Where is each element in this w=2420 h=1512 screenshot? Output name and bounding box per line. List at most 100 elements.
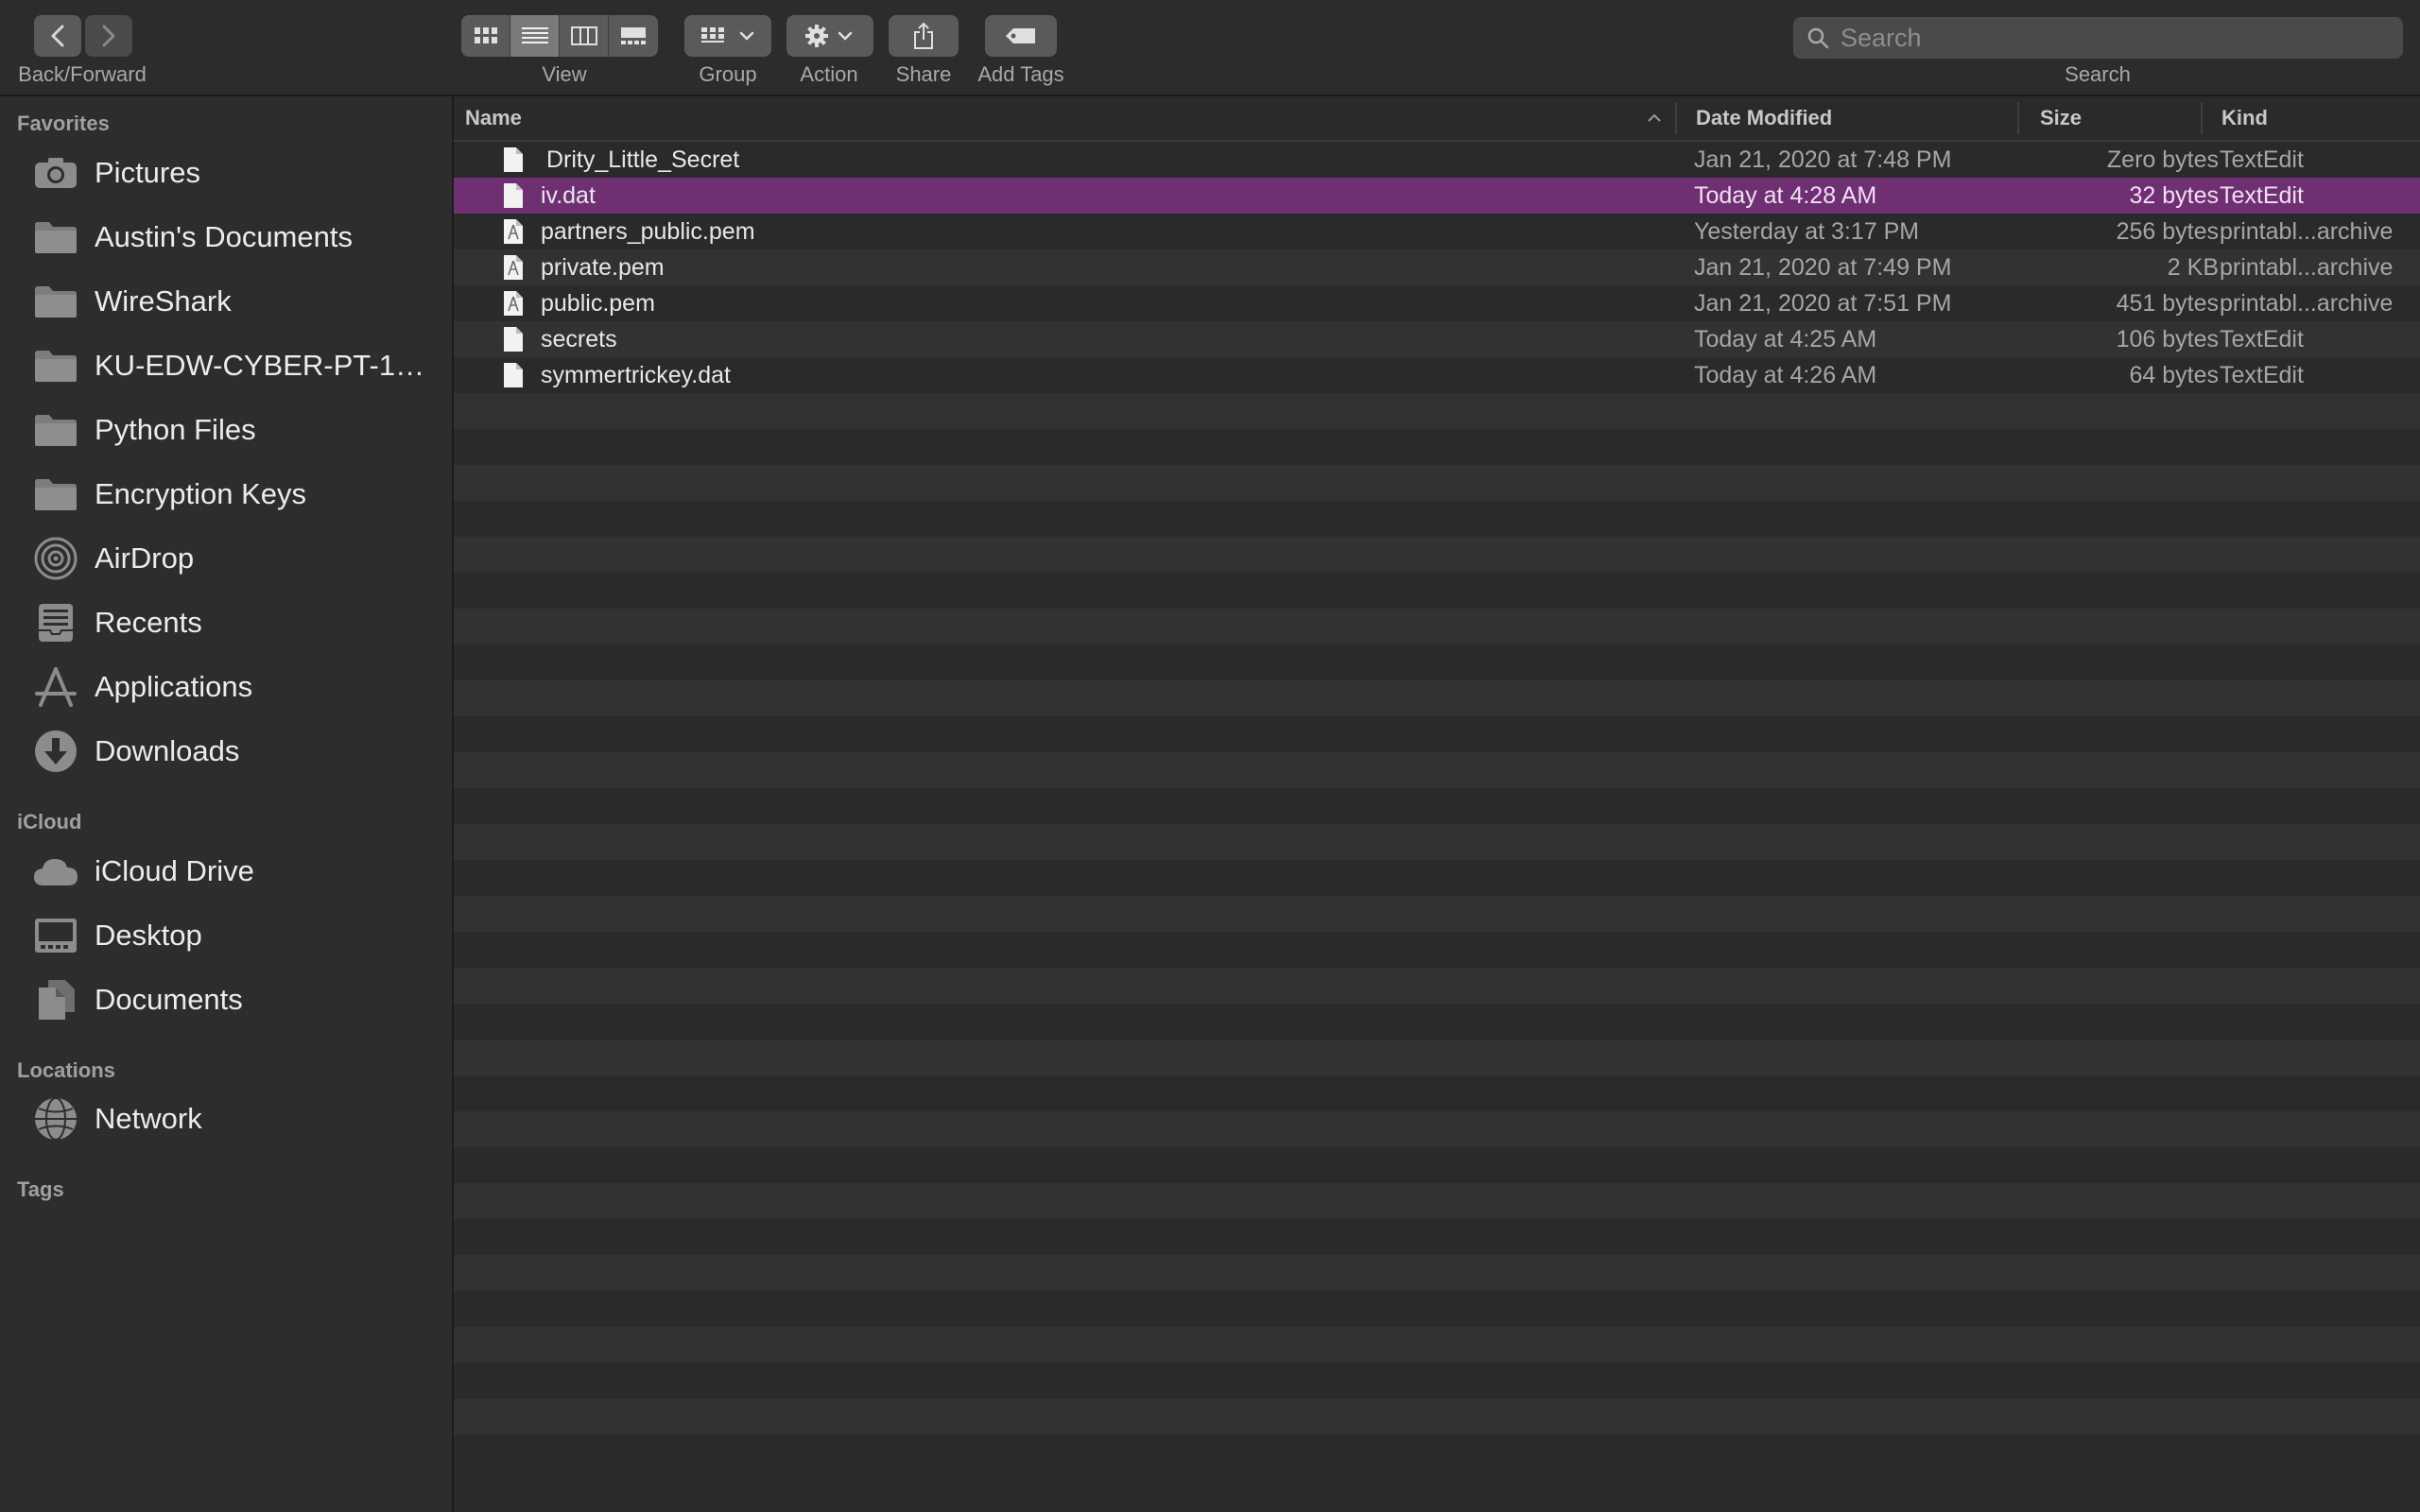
icloud-section-title: iCloud: [17, 810, 82, 833]
icon-view-button[interactable]: [461, 15, 510, 57]
sidebar-item-label: Austin's Documents: [95, 220, 353, 253]
file-row[interactable]: symmertrickey.dat Today at 4:26 AM 64 byte…: [454, 357, 2420, 393]
sidebar-item-python-files[interactable]: Python Files: [0, 402, 452, 458]
sidebar-item-label: AirDrop: [95, 541, 195, 575]
sidebar-item-icloud-drive[interactable]: iCloud Drive: [0, 843, 452, 900]
sort-ascending-icon: [1648, 113, 1661, 122]
sidebar-item-desktop[interactable]: Desktop: [0, 907, 452, 964]
empty-row: [454, 1363, 2420, 1399]
file-date-modified: Yesterday at 3:17 PM: [1694, 217, 1920, 245]
chevron-left-icon: [51, 25, 64, 47]
sidebar-item-encryption-keys[interactable]: Encryption Keys: [0, 466, 452, 523]
file-name: iv.dat: [541, 181, 596, 209]
column-separator[interactable]: [1675, 102, 1677, 134]
file-row[interactable]: private.pem Jan 21, 2020 at 7:49 PM 2 KB pr…: [454, 249, 2420, 285]
folder-icon: [30, 406, 81, 454]
toolbar: Back/Forward View Group Action Share Add…: [0, 0, 2420, 96]
search-icon: [1807, 27, 1829, 49]
empty-row: [454, 1255, 2420, 1291]
file-kind: printabl...archive: [2220, 253, 2394, 281]
file-kind: TextEdit: [2220, 146, 2304, 173]
back-button[interactable]: [34, 15, 81, 57]
kind-column-label: Kind: [2221, 106, 2268, 129]
sidebar-item-ku-edw-cyber[interactable]: KU-EDW-CYBER-PT-10...: [0, 337, 452, 394]
column-separator[interactable]: [2017, 102, 2019, 134]
file-kind: TextEdit: [2220, 361, 2304, 388]
sidebar-item-label: Desktop: [95, 919, 202, 952]
sidebar: Favorites Pictures Austin's Documents Wi…: [0, 96, 454, 1512]
file-size: Zero bytes: [2106, 146, 2219, 173]
sidebar-item-label: Documents: [95, 983, 243, 1016]
date-column-label: Date Modified: [1696, 106, 1833, 129]
sidebar-item-downloads[interactable]: Downloads: [0, 723, 452, 780]
empty-row: [454, 1435, 2420, 1470]
group-button[interactable]: [684, 15, 771, 57]
size-column-label: Size: [2040, 106, 2083, 129]
favorites-section-title: Favorites: [17, 112, 110, 135]
empty-row: [454, 429, 2420, 465]
column-separator[interactable]: [2201, 102, 2203, 134]
forward-button[interactable]: [85, 15, 132, 57]
empty-row: [454, 788, 2420, 824]
search-caption: Search: [2065, 62, 2131, 86]
name-column-header[interactable]: Name: [465, 96, 1694, 140]
group-grid-icon: [701, 27, 754, 43]
empty-row: [454, 896, 2420, 932]
sidebar-item-label: WireShark: [95, 284, 232, 318]
gallery-view-button[interactable]: [609, 15, 658, 57]
sidebar-item-recents[interactable]: Recents: [0, 594, 452, 651]
name-column-label: Name: [465, 106, 522, 129]
add-tags-button[interactable]: [985, 15, 1057, 57]
file-row[interactable]: partners_public.pem Yesterday at 3:17 PM 2…: [454, 214, 2420, 249]
list-header: Name Date Modified Size Kind: [454, 96, 2420, 142]
share-icon: [914, 22, 933, 49]
kind-column-header[interactable]: Kind: [2221, 96, 2411, 140]
empty-row: [454, 860, 2420, 896]
sidebar-item-label: Downloads: [95, 734, 240, 767]
sidebar-item-airdrop[interactable]: AirDrop: [0, 530, 452, 587]
share-caption: Share: [895, 62, 952, 86]
tags-section-title: Tags: [17, 1177, 64, 1201]
sidebar-item-documents[interactable]: Documents: [0, 971, 452, 1028]
search-input[interactable]: [1839, 22, 2372, 54]
documents-icon: [30, 976, 81, 1023]
sidebar-item-network[interactable]: Network: [0, 1091, 452, 1147]
empty-row: [454, 1219, 2420, 1255]
sidebar-item-austins-documents[interactable]: Austin's Documents: [0, 209, 452, 266]
desktop-icon: [30, 912, 81, 959]
column-view-button[interactable]: [560, 15, 609, 57]
list-view-button[interactable]: [510, 15, 560, 57]
pem-file-icon: [503, 249, 524, 285]
file-name: partners_public.pem: [541, 217, 755, 245]
action-button[interactable]: [786, 15, 873, 57]
size-column-header[interactable]: Size: [2040, 96, 2182, 140]
sidebar-item-label: Recents: [95, 606, 202, 639]
date-modified-column-header[interactable]: Date Modified: [1696, 96, 1979, 140]
search-field[interactable]: [1793, 17, 2403, 59]
downloads-icon: [30, 728, 81, 775]
sidebar-item-pictures[interactable]: Pictures: [0, 145, 452, 201]
cloud-icon: [30, 848, 81, 895]
pem-file-icon: [503, 285, 524, 321]
view-segmented-control[interactable]: [461, 15, 658, 57]
recents-icon: [30, 599, 81, 646]
list-icon: [521, 27, 548, 43]
sidebar-item-wireshark[interactable]: WireShark: [0, 273, 452, 330]
file-row[interactable]: public.pem Jan 21, 2020 at 7:51 PM 451 byt…: [454, 285, 2420, 321]
file-row[interactable]: iv.dat Today at 4:28 AM 32 bytes TextEdit: [454, 178, 2420, 214]
sidebar-item-applications[interactable]: Applications: [0, 659, 452, 715]
file-date-modified: Jan 21, 2020 at 7:51 PM: [1694, 289, 1952, 317]
file-row[interactable]: Drity_Little_Secret Jan 21, 2020 at 7:48 …: [454, 142, 2420, 178]
file-row[interactable]: secrets Today at 4:25 AM 106 bytes TextEdit: [454, 321, 2420, 357]
empty-row: [454, 573, 2420, 609]
columns-icon: [570, 26, 597, 45]
file-list: Name Date Modified Size Kind Drity_Littl…: [454, 96, 2420, 1512]
camera-icon: [30, 149, 81, 197]
text-file-icon: [503, 321, 524, 357]
empty-row: [454, 968, 2420, 1004]
sidebar-item-label: Applications: [95, 670, 253, 703]
back-forward-caption: Back/Forward: [18, 62, 147, 86]
chevron-right-icon: [102, 25, 115, 47]
file-date-modified: Today at 4:28 AM: [1694, 181, 1877, 209]
share-button[interactable]: [889, 15, 959, 57]
